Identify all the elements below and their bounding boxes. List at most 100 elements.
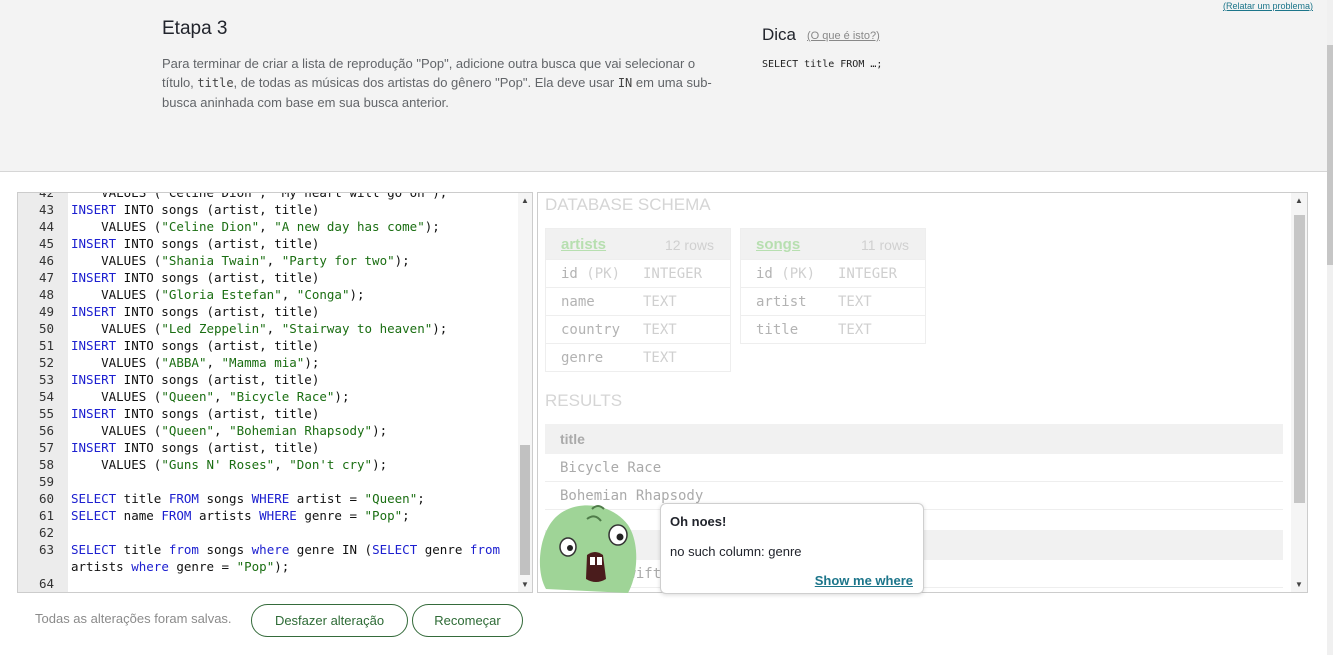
code-line[interactable]: 60 SELECT title FROM songs WHERE artist =… — [18, 490, 518, 507]
error-bubble: Oh noes! no such column: genre Show me w… — [660, 503, 924, 594]
code-text[interactable]: VALUES ("Led Zeppelin", "Stairway to hea… — [71, 320, 447, 337]
code-line[interactable]: 53 INSERT INTO songs (artist, title) — [18, 371, 518, 388]
code-line[interactable]: 59 — [18, 473, 518, 490]
column-name: name — [561, 294, 595, 310]
code-text[interactable]: VALUES ("Shania Twain", "Party for two")… — [71, 252, 410, 269]
code-token: , — [274, 457, 290, 472]
code-text[interactable]: VALUES ("Guns N' Roses", "Don't cry"); — [71, 456, 387, 473]
code-text[interactable]: VALUES ("Celine Dion", "My heart will go… — [71, 192, 448, 201]
sql-keyword: INSERT — [71, 372, 117, 387]
line-number: 50 — [38, 321, 54, 336]
code-token: ); — [274, 559, 290, 574]
scroll-down-arrow-icon[interactable]: ▼ — [1295, 580, 1303, 589]
column-type: TEXT — [643, 322, 677, 338]
pk-label: (PK) — [586, 266, 621, 282]
sql-string: "Queen" — [161, 423, 214, 438]
code-text[interactable]: VALUES ("Queen", "Bicycle Race"); — [71, 388, 349, 405]
page-scrollbar[interactable] — [1327, 0, 1333, 655]
code-text[interactable]: INSERT INTO songs (artist, title) — [71, 439, 319, 456]
code-line[interactable]: 55 INSERT INTO songs (artist, title) — [18, 405, 518, 422]
code-text[interactable]: SELECT title FROM songs WHERE artist = "… — [71, 490, 425, 507]
code-token: genre IN ( — [289, 542, 373, 557]
sql-keyword: SELECT — [71, 508, 117, 523]
code-line[interactable]: 52 VALUES ("ABBA", "Mamma mia"); — [18, 354, 518, 371]
code-text[interactable]: INSERT INTO songs (artist, title) — [71, 201, 319, 218]
code-text[interactable]: VALUES ("Queen", "Bohemian Rhapsody"); — [71, 422, 387, 439]
sql-string: "Pop" — [236, 559, 275, 574]
code-line[interactable]: 63 SELECT title from songs where genre IN… — [18, 541, 518, 558]
code-text[interactable]: SELECT name FROM artists WHERE genre = "… — [71, 507, 410, 524]
code-editor[interactable]: 42 VALUES ("Celine Dion", "My heart will… — [17, 192, 533, 593]
code-line[interactable]: 48 VALUES ("Gloria Estefan", "Conga"); — [18, 286, 518, 303]
line-number: 46 — [38, 253, 54, 268]
code-token: title — [116, 491, 169, 506]
code-text[interactable]: INSERT INTO songs (artist, title) — [71, 405, 319, 422]
column-type: INTEGER — [838, 266, 898, 282]
code-line[interactable]: 56 VALUES ("Queen", "Bohemian Rhapsody")… — [18, 422, 518, 439]
code-text[interactable]: VALUES ("ABBA", "Mamma mia"); — [71, 354, 319, 371]
code-text[interactable]: INSERT INTO songs (artist, title) — [71, 371, 319, 388]
code-line[interactable]: 57 INSERT INTO songs (artist, title) — [18, 439, 518, 456]
code-token: INTO songs (artist, title) — [116, 202, 320, 217]
restart-button[interactable]: Recomeçar — [412, 604, 523, 637]
code-line[interactable]: 47 INSERT INTO songs (artist, title) — [18, 269, 518, 286]
code-text[interactable]: INSERT INTO songs (artist, title) — [71, 303, 319, 320]
code-text[interactable]: INSERT INTO songs (artist, title) — [71, 235, 319, 252]
code-text[interactable]: VALUES ("Celine Dion", "A new day has co… — [71, 218, 440, 235]
line-number: 62 — [38, 525, 54, 540]
schema-column: title TEXT — [741, 315, 925, 343]
code-line[interactable]: 45 INSERT INTO songs (artist, title) — [18, 235, 518, 252]
undo-button[interactable]: Desfazer alteração — [251, 604, 408, 637]
code-line[interactable]: 44 VALUES ("Celine Dion", "A new day has… — [18, 218, 518, 235]
code-text[interactable]: VALUES ("Gloria Estefan", "Conga"); — [71, 286, 364, 303]
scroll-down-arrow-icon[interactable]: ▼ — [521, 580, 529, 589]
show-me-where-link[interactable]: Show me where — [815, 573, 913, 588]
sql-string: "Conga" — [296, 287, 350, 302]
report-problem-link[interactable]: (Relatar um problema) — [1223, 1, 1313, 11]
output-scroll-thumb[interactable] — [1294, 215, 1305, 503]
code-token: VALUES ("Celine Dion", "My heart will go… — [71, 192, 448, 200]
code-text[interactable]: INSERT INTO songs (artist, title) — [71, 269, 319, 286]
schema-table-artists: artists 12 rows id (PK) INTEGER name TEXT … — [545, 228, 731, 372]
sql-keyword: INSERT — [71, 440, 117, 455]
sql-keyword: SELECT — [372, 542, 418, 557]
column-name: title — [756, 322, 799, 338]
code-line[interactable]: 54 VALUES ("Queen", "Bicycle Race"); — [18, 388, 518, 405]
code-line[interactable]: 43 INSERT INTO songs (artist, title) — [18, 201, 518, 218]
code-line[interactable]: 46 VALUES ("Shania Twain", "Party for tw… — [18, 252, 518, 269]
desc-text: em uma sub- — [632, 75, 712, 90]
code-text[interactable]: INSERT INTO songs (artist, title) — [71, 337, 319, 354]
code-token: INTO songs (artist, title) — [116, 440, 320, 455]
sql-string: "Stairway to heaven" — [281, 321, 433, 336]
code-line[interactable]: 61 SELECT name FROM artists WHERE genre =… — [18, 507, 518, 524]
code-text[interactable]: SELECT title from songs where genre IN (… — [71, 541, 500, 558]
code-line[interactable]: 58 VALUES ("Guns N' Roses", "Don't cry")… — [18, 456, 518, 473]
code-line[interactable]: 62 — [18, 524, 518, 541]
desc-text: , de todas as músicas dos artistas do gê… — [233, 75, 618, 90]
code-line[interactable]: 50 VALUES ("Led Zeppelin", "Stairway to … — [18, 320, 518, 337]
table-name-link[interactable]: songs — [756, 236, 800, 253]
page-scroll-thumb[interactable] — [1327, 45, 1333, 265]
output-scrollbar[interactable]: ▲ ▼ — [1291, 193, 1307, 592]
code-token: artist = — [289, 491, 365, 506]
code-text[interactable]: artists where genre = "Pop"); — [71, 558, 289, 575]
sql-string: "Don't cry" — [289, 457, 373, 472]
table-name-link[interactable]: artists — [561, 236, 606, 253]
line-number: 56 — [38, 423, 54, 438]
code-token: ); — [394, 253, 410, 268]
scroll-up-arrow-icon[interactable]: ▲ — [521, 196, 529, 205]
editor-scroll-thumb[interactable] — [520, 445, 530, 575]
sql-string: "Celine Dion" — [161, 219, 260, 234]
code-line[interactable]: 49 INSERT INTO songs (artist, title) — [18, 303, 518, 320]
code-line[interactable]: 64 — [18, 575, 518, 592]
code-lines[interactable]: 42 VALUES ("Celine Dion", "My heart will… — [18, 192, 518, 592]
hint-what-link[interactable]: (O que é isto?) — [807, 30, 880, 42]
line-number: 64 — [38, 576, 54, 591]
sql-string: "Queen" — [364, 491, 418, 506]
scroll-up-arrow-icon[interactable]: ▲ — [1295, 196, 1303, 205]
code-line[interactable]: artists where genre = "Pop"); — [18, 558, 518, 575]
code-line[interactable]: 42 VALUES ("Celine Dion", "My heart will… — [18, 192, 518, 201]
code-token: , — [266, 253, 282, 268]
code-line[interactable]: 51 INSERT INTO songs (artist, title) — [18, 337, 518, 354]
editor-scrollbar[interactable]: ▲ ▼ — [518, 193, 532, 592]
